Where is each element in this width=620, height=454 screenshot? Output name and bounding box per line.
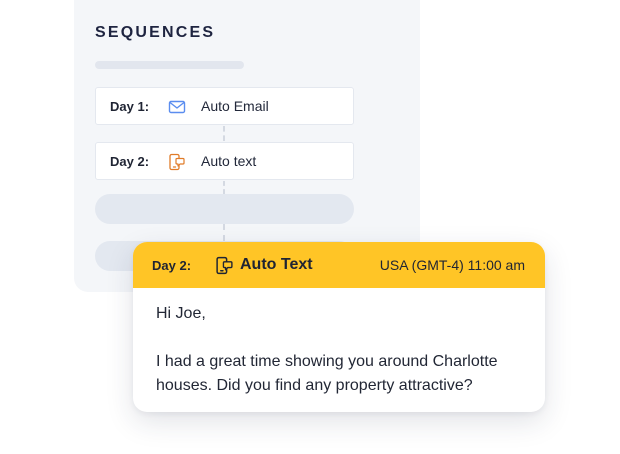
email-icon [168, 98, 186, 116]
step-connector [223, 224, 225, 241]
card-day-label: Day 2: [152, 258, 192, 273]
step-day-label: Day 1: [110, 98, 150, 114]
scheduled-time: USA (GMT-4) 11:00 am [379, 257, 525, 273]
card-header: Day 2: Auto Text USA (GMT-4) 11:00 am [133, 242, 545, 288]
step-action-label: Auto text [201, 153, 257, 169]
step-connector [223, 181, 225, 194]
sequences-title: SEQUENCES [95, 24, 216, 41]
message-text: I had a great time showing you around Ch… [156, 353, 498, 394]
step-action-label: Auto Email [201, 98, 269, 114]
placeholder-step [95, 194, 354, 224]
sequence-step-day-2[interactable]: Day 2: Auto text [95, 142, 354, 180]
card-title: Auto Text [240, 256, 313, 273]
message-greeting: Hi Joe, [156, 305, 206, 322]
message-body: Hi Joe, I had a great time showing you a… [156, 302, 528, 398]
sequence-step-day-1[interactable]: Day 1: Auto Email [95, 87, 354, 125]
phone-chat-icon [215, 256, 234, 275]
placeholder-line [95, 61, 244, 69]
phone-chat-icon [168, 153, 186, 171]
step-connector [223, 126, 225, 141]
step-day-label: Day 2: [110, 153, 150, 169]
auto-text-detail-card[interactable]: Day 2: Auto Text USA (GMT-4) 11:00 am Hi… [133, 242, 545, 412]
